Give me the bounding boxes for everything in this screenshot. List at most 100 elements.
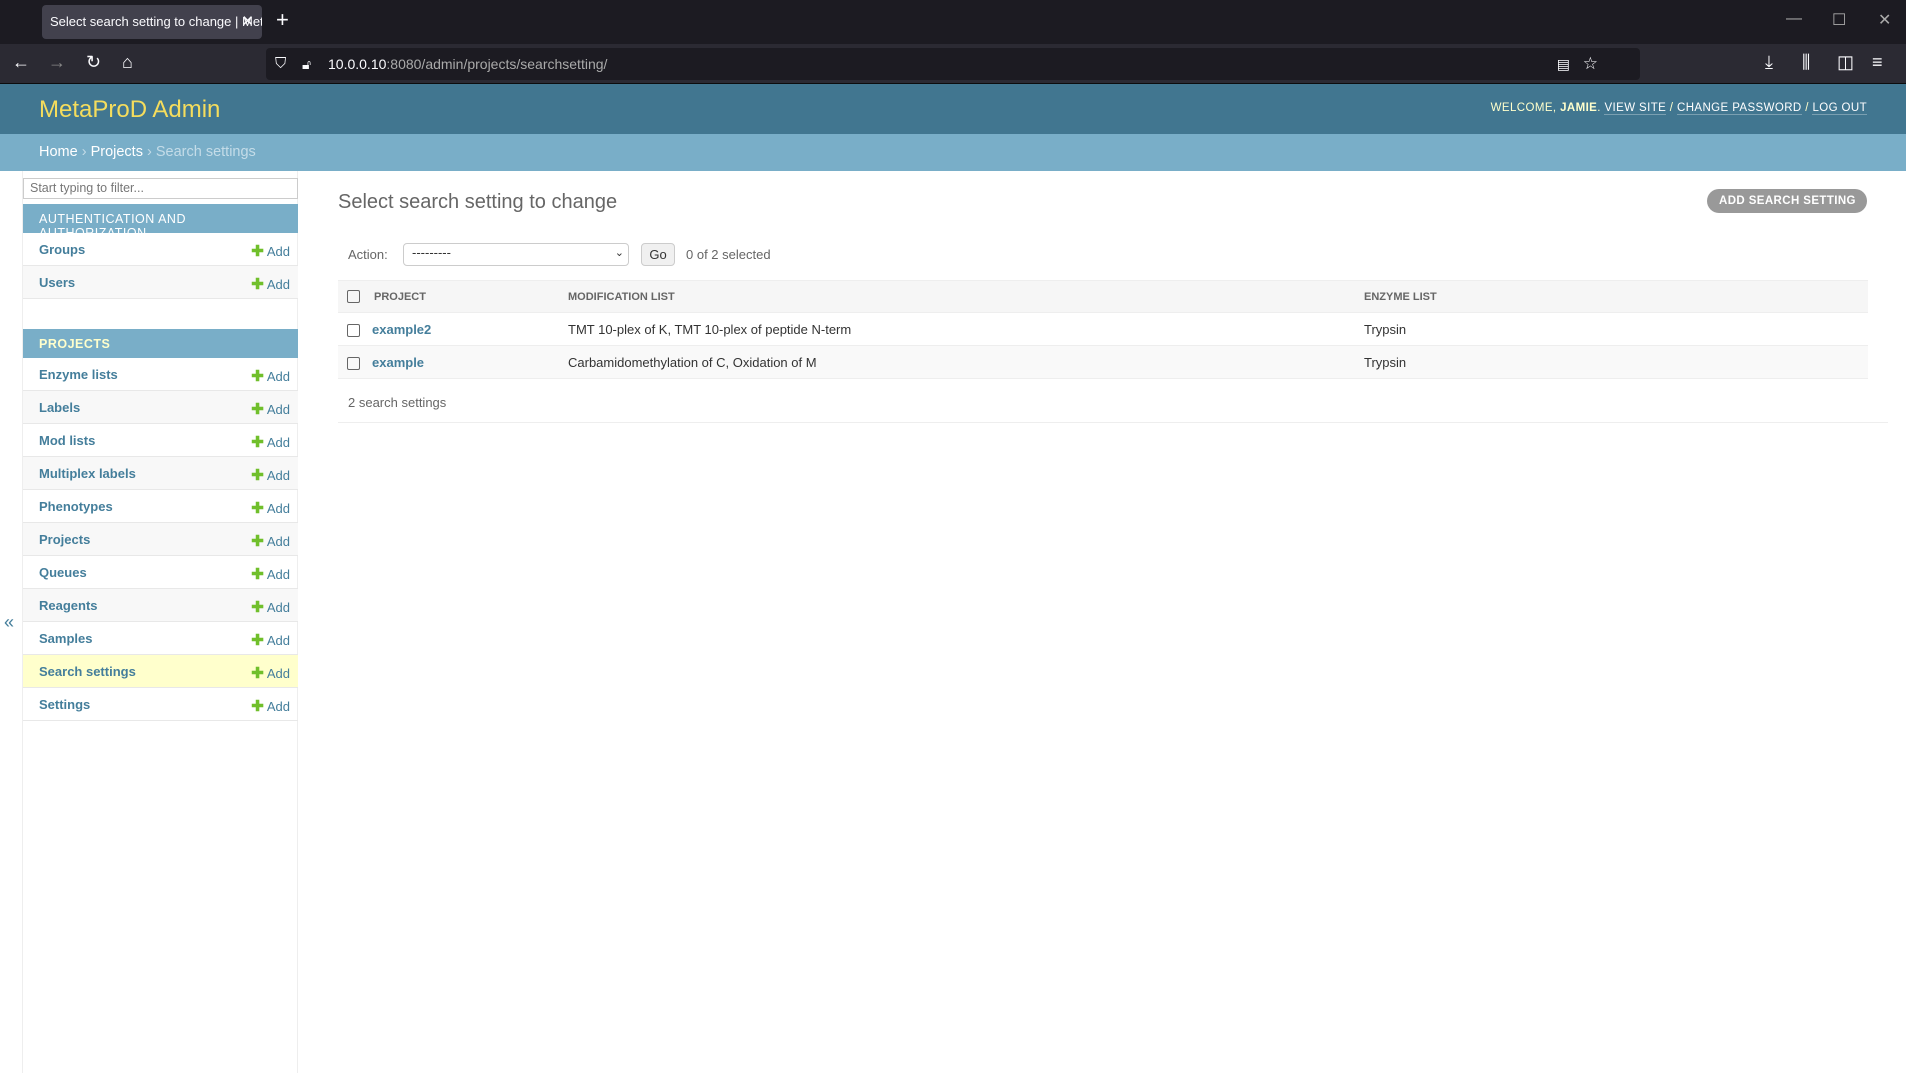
sidebar-item-label[interactable]: Settings	[39, 697, 90, 712]
home-icon[interactable]: ⌂	[122, 52, 133, 73]
sidebar-item-label[interactable]: Enzyme lists	[39, 367, 118, 382]
reader-view-icon[interactable]: ▤	[1557, 48, 1570, 80]
sidebar-item-label[interactable]: Mod lists	[39, 433, 95, 448]
sidebar-item-search-settings[interactable]: Search settings ✚ Add	[23, 655, 298, 688]
sidebar-add-link[interactable]: ✚ Add	[251, 242, 290, 260]
view-site-link[interactable]: VIEW SITE	[1604, 102, 1667, 115]
sidebar-add-link[interactable]: ✚ Add	[251, 433, 290, 451]
add-plus-icon: ✚	[251, 665, 264, 682]
sidebar-add-link[interactable]: ✚ Add	[251, 499, 290, 517]
user-tools: WELCOME, JAMIE. VIEW SITE / CHANGE PASSW…	[1490, 102, 1867, 115]
sidebar-item-label[interactable]: Labels	[39, 400, 80, 415]
sidebar-item-samples[interactable]: Samples ✚ Add	[23, 622, 298, 655]
add-plus-icon: ✚	[251, 566, 264, 583]
sidebar-item-settings[interactable]: Settings ✚ Add	[23, 688, 298, 721]
sidebar-item-phenotypes[interactable]: Phenotypes ✚ Add	[23, 490, 298, 523]
sidebar-add-link[interactable]: ✚ Add	[251, 598, 290, 616]
sidebar-item-label[interactable]: Multiplex labels	[39, 466, 136, 481]
sidebar-item-label[interactable]: Reagents	[39, 598, 98, 613]
action-select[interactable]: --------- ⌄	[403, 243, 629, 266]
module-auth-header[interactable]: AUTHENTICATION AND AUTHORIZATION	[23, 204, 298, 240]
username: JAMIE	[1560, 102, 1598, 114]
sidebar-item-groups[interactable]: Groups ✚ Add	[23, 233, 298, 266]
column-modification-list[interactable]: MODIFICATION LIST	[562, 280, 1358, 313]
change-password-link[interactable]: CHANGE PASSWORD	[1677, 102, 1802, 115]
menu-icon[interactable]: ≡	[1872, 52, 1883, 73]
url-path: :8080/admin/projects/searchsetting/	[386, 56, 608, 72]
sidebar-add-link[interactable]: ✚ Add	[251, 532, 290, 550]
bookmark-star-icon[interactable]: ☆	[1583, 48, 1598, 80]
sidebar-item-label[interactable]: Queues	[39, 565, 87, 580]
reload-icon[interactable]: ↻	[86, 52, 101, 73]
maximize-icon[interactable]: ☐	[1832, 10, 1846, 30]
column-project[interactable]: PROJECT	[366, 280, 562, 313]
address-bar[interactable]: ⛉ 🔓︎ 10.0.0.10:8080/admin/projects/searc…	[266, 48, 1640, 80]
sidebar-add-link[interactable]: ✚ Add	[251, 664, 290, 682]
sidebar-add-link[interactable]: ✚ Add	[251, 631, 290, 649]
sidebar-item-enzyme-lists[interactable]: Enzyme lists ✚ Add	[23, 358, 298, 391]
add-label: Add	[266, 501, 290, 516]
sidebar-item-reagents[interactable]: Reagents ✚ Add	[23, 589, 298, 622]
sidebar-add-link[interactable]: ✚ Add	[251, 275, 290, 293]
add-label: Add	[266, 244, 290, 259]
nav-filter-input[interactable]: Start typing to filter...	[23, 178, 298, 199]
sidebar-item-label[interactable]: Samples	[39, 631, 92, 646]
sidebar-add-link[interactable]: ✚ Add	[251, 466, 290, 484]
column-enzyme-list[interactable]: ENZYME LIST	[1358, 280, 1868, 313]
sidebar-item-multiplex-labels[interactable]: Multiplex labels ✚ Add	[23, 457, 298, 490]
module-projects-header[interactable]: PROJECTS	[23, 329, 298, 358]
forward-icon[interactable]: →	[48, 52, 66, 73]
row-checkbox[interactable]	[347, 323, 360, 337]
sidebar-item-mod-lists[interactable]: Mod lists ✚ Add	[23, 424, 298, 457]
sidebar-item-users[interactable]: Users ✚ Add	[23, 266, 298, 299]
add-plus-icon: ✚	[251, 632, 264, 649]
breadcrumb-home[interactable]: Home	[39, 144, 78, 160]
sidebar-item-projects[interactable]: Projects ✚ Add	[23, 523, 298, 556]
log-out-link[interactable]: LOG OUT	[1812, 102, 1867, 115]
sidebar-add-link[interactable]: ✚ Add	[251, 565, 290, 583]
site-brand[interactable]: MetaProD Admin	[39, 96, 220, 124]
sidebar-icon[interactable]: ◫	[1837, 52, 1854, 73]
page-title: Select search setting to change	[338, 191, 618, 213]
add-plus-icon: ✚	[251, 533, 264, 550]
sidebar-item-labels[interactable]: Labels ✚ Add	[23, 391, 298, 424]
project-link[interactable]: example2	[372, 322, 431, 337]
results-table: PROJECT MODIFICATION LIST ENZYME LIST ex…	[338, 280, 1868, 379]
chevron-down-icon: ⌄	[614, 247, 624, 259]
new-tab-icon[interactable]: +	[276, 7, 289, 33]
back-icon[interactable]: ←	[12, 52, 30, 73]
plus-icon: ✚	[1719, 216, 1732, 233]
browser-tab[interactable]: Select search setting to change | MetaPr…	[42, 5, 262, 39]
insecure-lock-icon[interactable]: 🔓︎	[302, 48, 311, 80]
select-all-checkbox[interactable]	[347, 290, 360, 303]
collapse-sidebar-icon[interactable]: «	[4, 612, 14, 633]
add-plus-icon: ✚	[251, 276, 264, 293]
library-icon[interactable]: ⫼	[1802, 52, 1810, 73]
add-label: Add	[266, 633, 290, 648]
add-search-setting-button[interactable]: ADD SEARCH SETTING ✚	[1707, 189, 1867, 233]
sidebar-add-link[interactable]: ✚ Add	[251, 367, 290, 385]
project-link[interactable]: example	[372, 355, 424, 370]
sidebar-add-link[interactable]: ✚ Add	[251, 697, 290, 715]
add-plus-icon: ✚	[251, 368, 264, 385]
download-icon[interactable]: ⤓	[1765, 52, 1773, 73]
go-button[interactable]: Go	[641, 243, 675, 266]
sidebar-item-label[interactable]: Projects	[39, 532, 90, 547]
sidebar-item-label[interactable]: Groups	[39, 242, 85, 257]
sidebar-item-label[interactable]: Users	[39, 275, 75, 290]
shield-icon[interactable]: ⛉	[275, 48, 286, 80]
add-plus-icon: ✚	[251, 401, 264, 418]
minimize-icon[interactable]: —	[1786, 10, 1802, 28]
sidebar-item-label[interactable]: Search settings	[39, 664, 136, 679]
add-label: Add	[266, 277, 290, 292]
sidebar-item-label[interactable]: Phenotypes	[39, 499, 113, 514]
sidebar-item-queues[interactable]: Queues ✚ Add	[23, 556, 298, 589]
browser-toolbar: ← → ↻ ⌂ ⛉ 🔓︎ 10.0.0.10:8080/admin/projec…	[0, 44, 1906, 84]
row-checkbox[interactable]	[347, 356, 360, 370]
close-window-icon[interactable]: ✕	[1878, 10, 1891, 30]
close-tab-icon[interactable]: ✕	[241, 5, 254, 39]
breadcrumb-current: Search settings	[155, 144, 256, 160]
sidebar-add-link[interactable]: ✚ Add	[251, 400, 290, 418]
browser-tab-bar: Select search setting to change | MetaPr…	[0, 0, 1906, 44]
breadcrumb-projects[interactable]: Projects	[91, 144, 143, 160]
